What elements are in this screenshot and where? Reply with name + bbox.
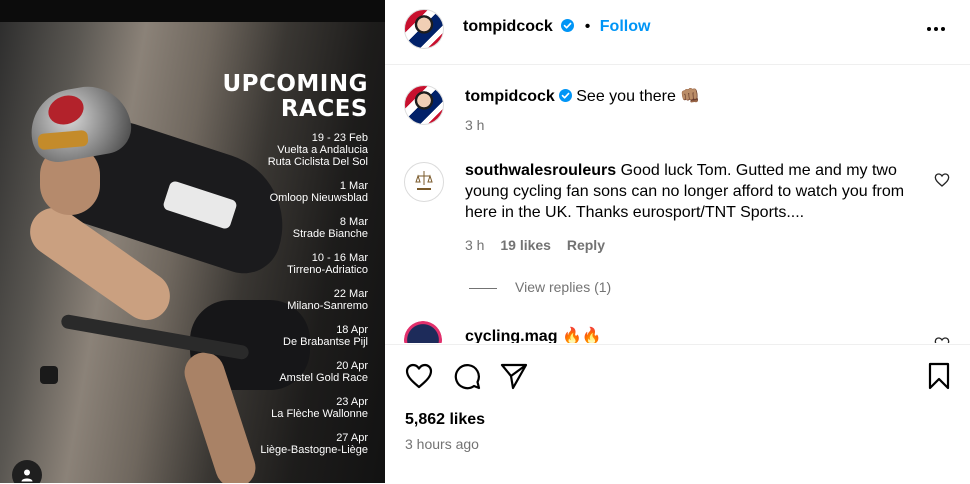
separator-dot: • [584,18,591,35]
post-image[interactable]: UPCOMING RACES 19 - 23 Feb Vuelta a Anda… [0,0,385,483]
caption-text: See you there [576,88,676,105]
bookmark-icon[interactable] [924,361,954,391]
watch [40,366,58,384]
headline-line-1: UPCOMING [222,71,368,97]
race-item: 27 Apr Liège-Bastogne-Liège [168,432,368,456]
reply-button[interactable]: Reply [567,237,605,253]
commenter-username[interactable]: cycling.mag [465,328,557,343]
race-item: 8 Mar Strade Bianche [168,216,368,240]
comment-likes[interactable]: 19 likes [500,237,551,253]
image-headline: UPCOMING RACES [222,72,368,122]
instagram-post-view: UPCOMING RACES 19 - 23 Feb Vuelta a Anda… [0,0,970,483]
view-replies-button[interactable]: View replies (1) [469,279,611,295]
race-date: 22 Mar [333,288,368,300]
more-options-icon[interactable] [924,17,948,41]
comment-body: southwalesrouleurs Good luck Tom. Gutted… [465,160,935,223]
comment-meta: 3 h 19 likes Reply [465,237,617,253]
race-name: Strade Bianche [292,228,368,240]
race-name: De Brabantse Pijl [283,336,368,348]
comments-list[interactable]: tompidcock See you there 👊🏽 3 h southwal… [385,65,970,343]
race-date: 18 Apr [336,324,368,336]
commenter-avatar[interactable] [404,321,442,343]
race-name: Vuelta a Andalucia [277,144,368,156]
comment-text: 🔥🔥 [561,328,602,343]
race-name-line2: Ruta Ciclista Del Sol [267,156,368,168]
user-tag-icon[interactable] [12,460,42,483]
comment-time[interactable]: 3 h [465,237,484,253]
author-line: tompidcock • Follow [463,18,650,36]
race-item: 10 - 16 Mar Tirreno-Adriatico [168,252,368,276]
verified-badge-icon [558,89,572,102]
race-item: 23 Apr La Flèche Wallonne [168,396,368,420]
race-list: 19 - 23 Feb Vuelta a Andalucia Ruta Cicl… [168,132,368,468]
headline-line-2: RACES [280,96,368,122]
post-actions: 5,862 likes 3 hours ago [385,344,970,484]
race-date: 23 Apr [336,396,368,408]
race-name: La Flèche Wallonne [271,408,368,420]
comment-like-heart-icon[interactable] [934,336,950,343]
caption-avatar[interactable] [404,85,444,125]
race-name: Liège-Bastogne-Liège [260,444,368,456]
comment-body: cycling.mag 🔥🔥 [465,326,935,343]
race-item: 22 Mar Milano-Sanremo [168,288,368,312]
post-likes-count[interactable]: 5,862 likes [405,411,485,429]
more-options-glyph [927,27,945,31]
caption-username[interactable]: tompidcock [465,88,555,105]
post-timestamp[interactable]: 3 hours ago [405,436,479,452]
race-item: 20 Apr Amstel Gold Race [168,360,368,384]
race-item: 1 Mar Omloop Nieuwsblad [168,180,368,204]
fist-emoji: 👊🏽 [680,88,701,105]
commenter-avatar[interactable] [404,162,444,202]
post-details-panel: tompidcock • Follow tompidcock See you t… [385,0,970,483]
race-name: Tirreno-Adriatico [287,264,368,276]
race-item: 18 Apr De Brabantse Pijl [168,324,368,348]
verified-badge-icon [561,19,575,32]
post-header: tompidcock • Follow [385,0,970,65]
caption-meta: 3 h [465,117,496,133]
follow-button[interactable]: Follow [600,18,651,35]
caption-time[interactable]: 3 h [465,117,484,133]
author-avatar[interactable] [404,9,444,49]
race-date: 1 Mar [339,180,368,192]
heart-icon[interactable] [404,361,434,391]
race-date: 8 Mar [339,216,368,228]
race-name: Amstel Gold Race [279,372,368,384]
author-username[interactable]: tompidcock [463,18,553,35]
race-date: 10 - 16 Mar [311,252,368,264]
caption-body: tompidcock See you there 👊🏽 [465,86,935,107]
race-name: Omloop Nieuwsblad [269,192,368,204]
comment-like-heart-icon[interactable] [934,172,950,188]
race-date: 20 Apr [336,360,368,372]
view-replies-label: View replies (1) [515,279,612,295]
image-top-band [0,0,385,22]
share-icon[interactable] [499,361,529,391]
club-logo-icon [415,171,433,190]
comment-icon[interactable] [452,361,482,391]
race-name: Milano-Sanremo [287,300,368,312]
race-item: 19 - 23 Feb Vuelta a Andalucia Ruta Cicl… [168,132,368,168]
race-date: 27 Apr [336,432,368,444]
user-tag-glyph [21,469,33,482]
replies-divider-line [469,287,497,289]
race-date: 19 - 23 Feb [311,132,368,144]
commenter-username[interactable]: southwalesrouleurs [465,162,616,179]
